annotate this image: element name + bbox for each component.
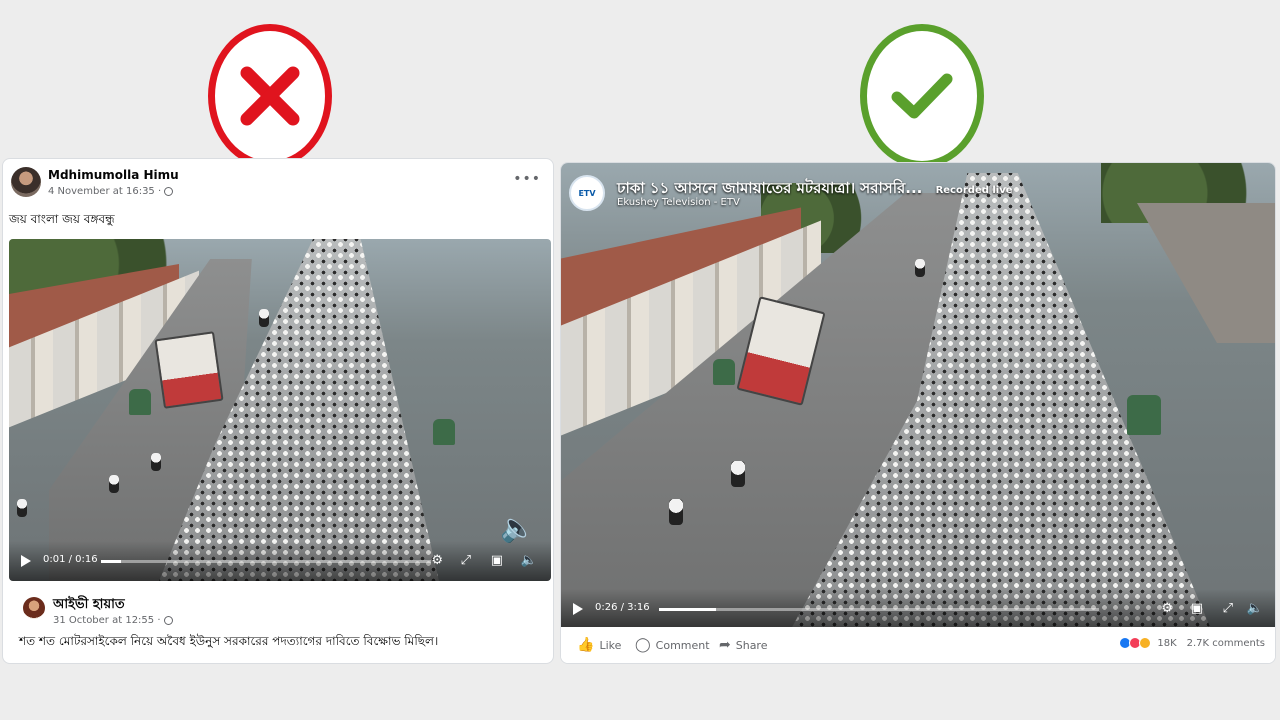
live-video[interactable]: ETV ঢাকা ১১ আসনে জামায়াতের মটরযাত্রা। স… [561,163,1275,629]
video-progress-bar[interactable] [101,560,431,563]
haha-reaction-icon [1139,637,1152,649]
channel-name[interactable]: Ekushey Television - ETV [617,197,740,208]
video-controls: 0:01 / 0:16 ⚙ ⤢ ▣ 🔈 [9,541,551,581]
check-icon [891,73,953,119]
commenter-avatar[interactable] [23,597,45,619]
comment-meta: 31 October at 12:55 · [53,615,173,626]
more-options-icon[interactable]: ••• [513,171,541,187]
globe-icon [164,187,174,196]
rally-video-frame [9,239,551,581]
comment-button[interactable]: ◯ Comment [635,637,710,653]
share-arrow-icon: ➦ [719,637,731,653]
reaction-summary[interactable]: 18K 2.7K comments [1119,637,1265,649]
cross-icon [240,66,300,126]
comment-count[interactable]: 2.7K comments [1187,638,1265,649]
fullscreen-icon[interactable]: ⤢ [461,553,471,568]
post-meta: 4 November at 16:35 · [48,186,174,197]
author-avatar[interactable] [11,167,41,197]
post-time[interactable]: 4 November at 16:35 · [48,186,161,197]
post-header: Mdhimumolla Himu 4 November at 16:35 · •… [3,159,553,203]
live-video-header: ETV ঢাকা ১১ আসনে জামায়াতের মটরযাত্রা। স… [569,173,1269,217]
volume-overlay-icon[interactable]: 🔈 [500,511,535,544]
comment-label: Comment [655,638,710,652]
original-video-card: ETV ঢাকা ১১ আসনে জামায়াতের মটরযাত্রা। স… [560,162,1276,664]
shared-comment-header: আইভী হায়াত 31 October at 12:55 · [3,585,553,626]
play-icon[interactable] [21,555,31,567]
video-progress-fill [101,560,121,563]
misleading-post-card: Mdhimumolla Himu 4 November at 16:35 · •… [2,158,554,664]
reaction-count: 18K [1157,637,1177,649]
rally-video-frame [561,163,1275,629]
settings-icon[interactable]: ⚙ [1161,601,1173,616]
share-label: Share [735,638,768,652]
fullscreen-icon[interactable]: ⤢ [1223,601,1233,616]
post-caption: জয় বাংলা জয় বঙ্গবন্ধু [9,212,115,226]
video-controls: 0:26 / 3:16 ⚙ ▣ ⤢ 🔈 [561,589,1275,629]
like-label: Like [599,638,622,652]
speech-bubble-icon: ◯ [635,637,651,653]
video-time: 0:26 / 3:16 [595,602,650,613]
volume-icon[interactable]: 🔈 [521,553,537,568]
miniplayer-icon[interactable]: ▣ [491,553,503,568]
thumbs-up-icon: 👍 [577,637,595,653]
live-title-text: ঢাকা ১১ আসনে জামায়াতের মটরযাত্রা। সরাসর… [617,179,923,197]
channel-logo-text: ETV [578,188,596,198]
post-author[interactable]: Mdhimumolla Himu [48,168,179,182]
globe-icon [163,616,173,625]
post-video[interactable]: 🔈 0:01 / 0:16 ⚙ ⤢ ▣ 🔈 [9,239,551,581]
commenter-name[interactable]: আইভী হায়াত [53,595,125,616]
recorded-live-label: Recorded live [935,185,1013,196]
wrong-verdict-mark [208,24,332,168]
comment-time[interactable]: 31 October at 12:55 · [53,615,161,626]
like-button[interactable]: 👍 Like [577,637,621,653]
settings-icon[interactable]: ⚙ [431,553,443,568]
video-progress-fill [659,608,717,611]
comment-text: শত শত মোটরসাইকেল নিয়ে অবৈধ ইউনুস সরকারে… [19,634,439,648]
volume-icon[interactable]: 🔈 [1247,601,1263,616]
post-action-bar: 👍 Like ◯ Comment ➦ Share 18K 2.7K commen… [561,627,1275,663]
correct-verdict-mark [860,24,984,168]
video-progress-bar[interactable] [659,608,1099,611]
miniplayer-icon[interactable]: ▣ [1191,601,1203,616]
channel-logo[interactable]: ETV [569,175,605,211]
play-icon[interactable] [573,603,583,615]
video-time: 0:01 / 0:16 [43,554,98,565]
share-button[interactable]: ➦ Share [719,637,767,653]
